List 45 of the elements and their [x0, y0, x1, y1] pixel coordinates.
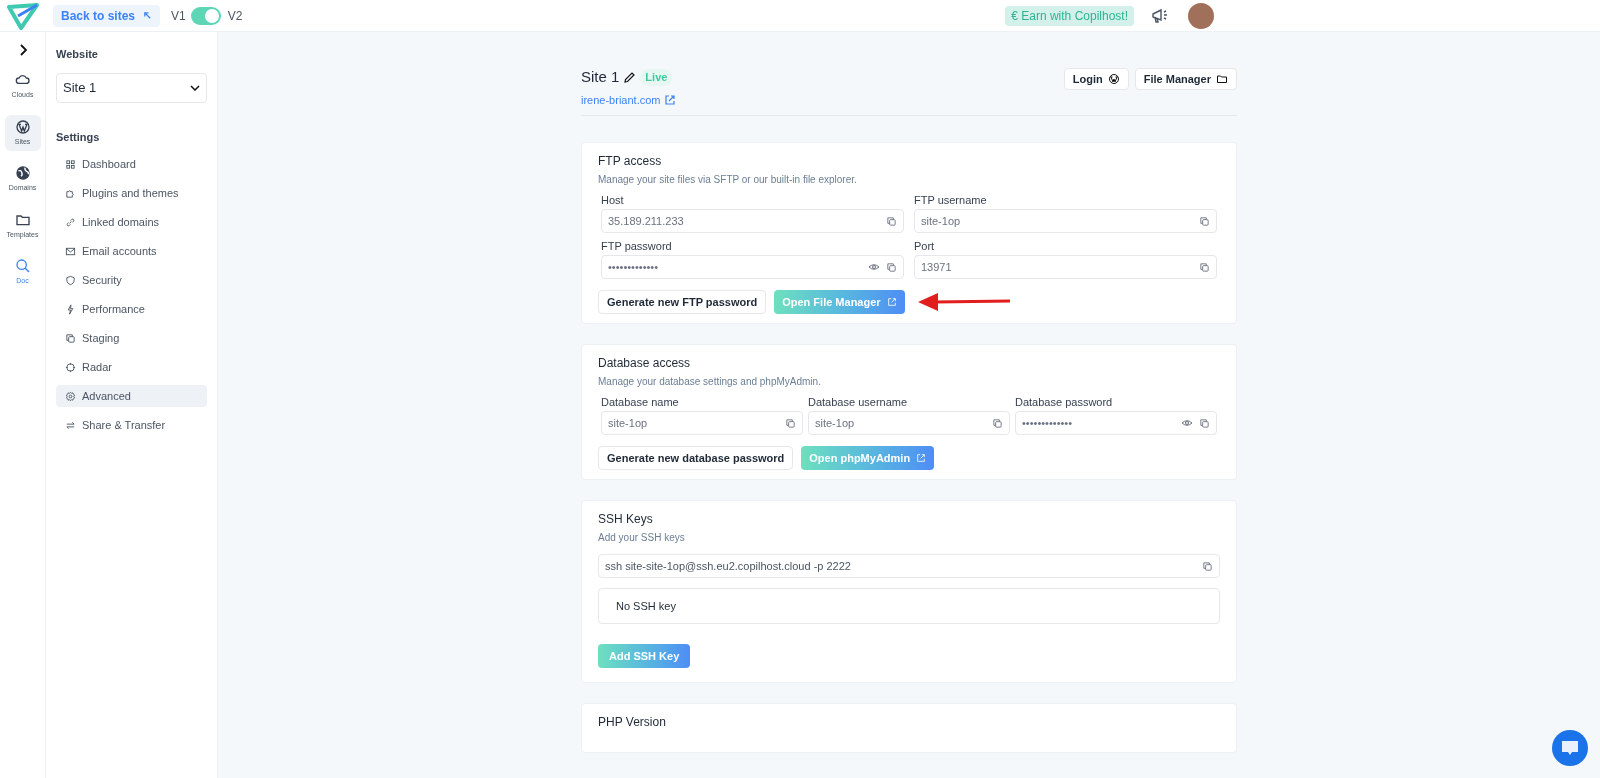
input-field[interactable]: site-1op	[601, 411, 803, 435]
card-title: FTP access	[598, 153, 663, 169]
input-field[interactable]: site-1op	[914, 209, 1217, 233]
field-label: FTP password	[601, 239, 673, 253]
sidebar-item[interactable]: Share & Transfer	[56, 414, 207, 436]
input-field[interactable]: ssh site-site-1op@ssh.eu2.copilhost.cloud -p 2222	[598, 554, 1220, 578]
field-label: Host	[601, 193, 625, 207]
section-heading: Website	[56, 47, 99, 62]
card-title: PHP Version	[598, 714, 667, 730]
card-description: Manage your database settings and phpMyAdmin.	[598, 375, 822, 389]
action-button[interactable]: Generate new database password	[598, 446, 794, 470]
sidebar-item[interactable]: Performance	[56, 298, 207, 320]
status-badge: Live	[640, 69, 673, 86]
input-field[interactable]: site-1op	[808, 411, 1010, 435]
card-title: SSH Keys	[598, 511, 654, 527]
action-button[interactable]: Generate new FTP password	[598, 290, 767, 314]
header-button[interactable]: Login	[1063, 68, 1129, 90]
field-label: Database name	[601, 395, 680, 409]
sidebar-item[interactable]: Email accounts	[56, 240, 207, 262]
input-field[interactable]: 13971	[914, 255, 1217, 279]
site-title: Site 1	[581, 67, 620, 87]
sidebar-item[interactable]: Linked domains	[56, 211, 207, 233]
card-title: Database access	[598, 355, 692, 371]
field-label: Database password	[1015, 395, 1114, 409]
empty-state-text: No SSH key	[616, 598, 676, 614]
sidebar-item[interactable]: Advanced	[56, 385, 207, 407]
sidebar-item[interactable]: Staging	[56, 327, 207, 349]
site-select[interactable]: Site 1	[56, 72, 207, 103]
domain-link[interactable]: irene-briant.com	[581, 91, 661, 108]
input-field[interactable]: 35.189.211.233	[601, 209, 904, 233]
field-label: Database username	[808, 395, 909, 409]
card-description: Manage your site files via SFTP or our built-in file explorer.	[598, 173, 858, 187]
version-label: V1	[171, 7, 186, 25]
sidebar-item[interactable]: Dashboard	[56, 153, 207, 175]
sidebar-item[interactable]: Plugins and themes	[56, 182, 207, 204]
version-label: V2	[227, 7, 243, 25]
section-heading: Settings	[56, 129, 101, 145]
header-button[interactable]: File Manager	[1134, 68, 1237, 90]
sidebar-item[interactable]: Security	[56, 269, 207, 291]
card-description: Add your SSH keys	[598, 531, 686, 545]
password-field[interactable]: •••••••••••••	[1015, 411, 1217, 435]
field-label: FTP username	[914, 193, 988, 207]
sidebar-item[interactable]: Radar	[56, 356, 207, 378]
password-field[interactable]: •••••••••••••	[601, 255, 904, 279]
field-label: Port	[914, 239, 936, 253]
